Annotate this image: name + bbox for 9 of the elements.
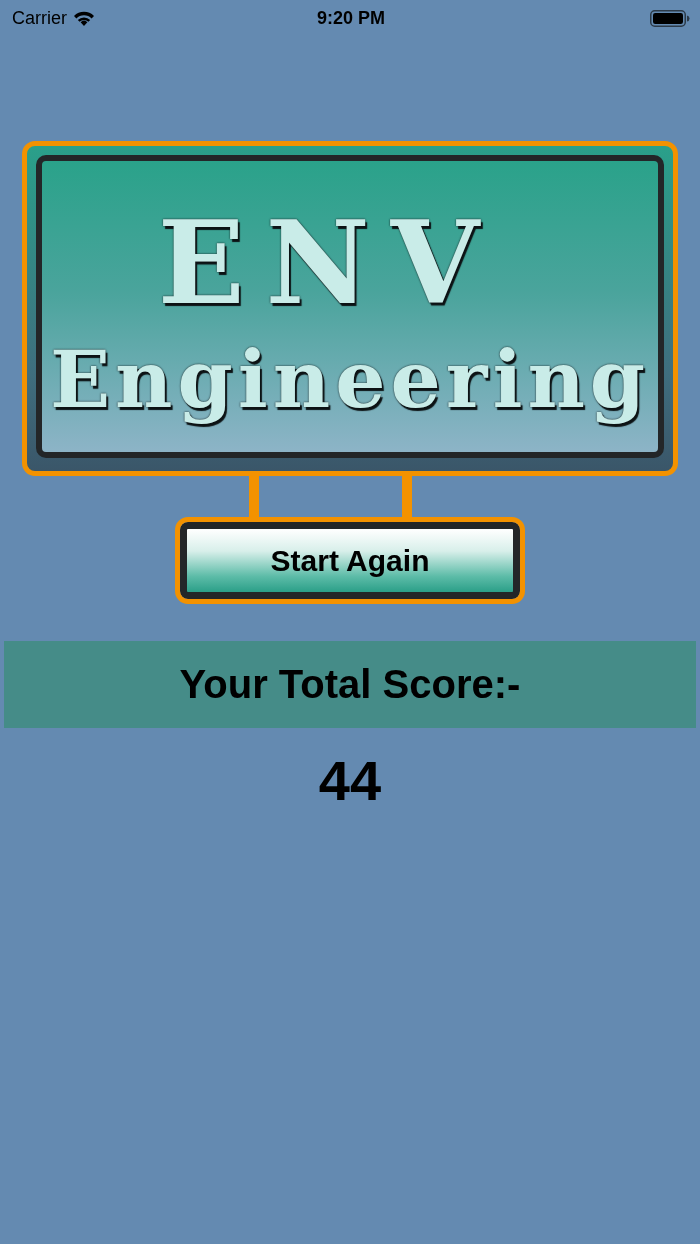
score-heading: Your Total Score:- xyxy=(179,662,521,707)
battery-icon xyxy=(650,9,690,27)
time-label: 9:20 PM xyxy=(317,7,385,29)
carrier-label: Carrier xyxy=(12,7,67,29)
start-again-button[interactable]: Start Again xyxy=(175,517,525,604)
wifi-icon xyxy=(73,10,95,26)
logo-title: ENV xyxy=(156,201,502,329)
score-value: 44 xyxy=(318,749,382,813)
logo-subtitle: Engineering xyxy=(48,332,652,429)
